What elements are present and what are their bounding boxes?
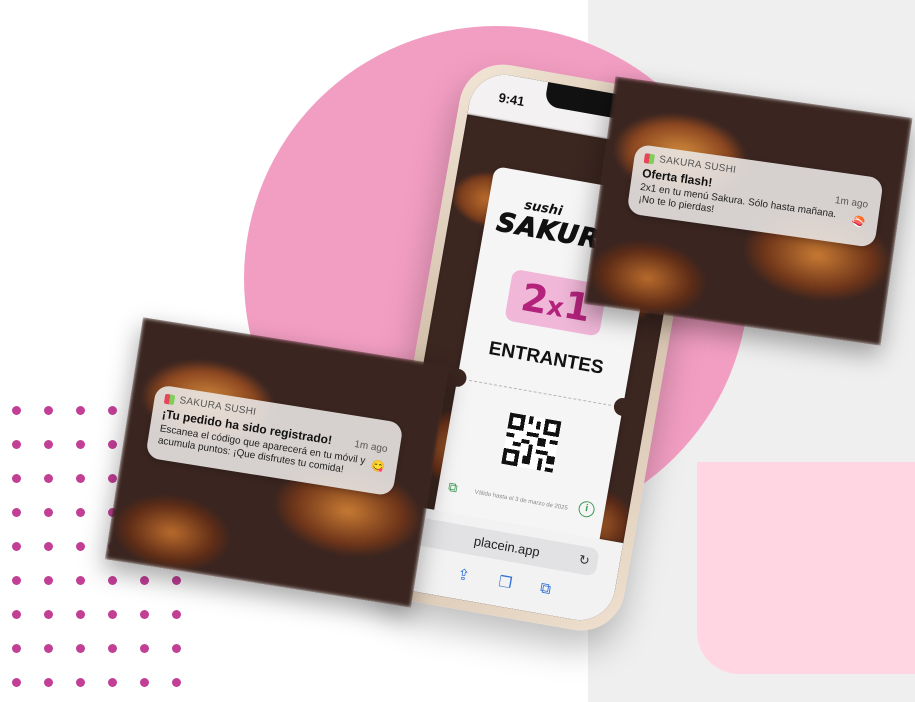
coupon-divider <box>469 379 612 406</box>
decorative-dot <box>172 576 181 585</box>
decorative-dot <box>44 576 53 585</box>
notification-emoji: 🍣 <box>851 215 867 230</box>
decorative-dot <box>76 542 85 551</box>
notification-time: 1m ago <box>834 195 869 211</box>
decorative-dot <box>108 440 117 449</box>
decorative-dot <box>12 576 21 585</box>
decorative-dot <box>44 610 53 619</box>
decorative-dot <box>140 610 149 619</box>
share-icon[interactable]: ⇪ <box>456 565 472 585</box>
notification-emoji: 😋 <box>370 459 386 474</box>
decorative-dot <box>44 440 53 449</box>
decorative-dot <box>108 406 117 415</box>
decorative-dot <box>76 644 85 653</box>
decorative-dot <box>12 474 21 483</box>
decorative-dot <box>12 542 21 551</box>
decorative-dot <box>12 610 21 619</box>
decorative-dot <box>44 508 53 517</box>
decorative-dot <box>44 406 53 415</box>
decorative-dot <box>12 644 21 653</box>
tabs-icon[interactable]: ⧉ <box>539 579 553 598</box>
decorative-dot <box>172 610 181 619</box>
decorative-dot <box>108 576 117 585</box>
decorative-dot <box>76 678 85 687</box>
app-icon <box>643 153 655 165</box>
book-icon[interactable]: ❒ <box>497 572 513 592</box>
qr-code <box>501 412 562 473</box>
promo-stage: 9:41 sushi SAKURA 2x1 ENTRANTES ⧉ Válido… <box>0 0 915 702</box>
coupon-category: ENTRANTES <box>487 337 606 379</box>
decorative-dot <box>44 542 53 551</box>
decorative-dot <box>12 508 21 517</box>
notification-card-offer: SAKURA SUSHI Oferta flash! 1m ago 2x1 en… <box>583 76 913 346</box>
decorative-dot <box>76 474 85 483</box>
decorative-dot <box>76 440 85 449</box>
decorative-dot <box>108 644 117 653</box>
decorative-dot <box>44 644 53 653</box>
decorative-dot <box>12 406 21 415</box>
decorative-dot <box>140 644 149 653</box>
decorative-dot <box>108 678 117 687</box>
decorative-dot <box>172 678 181 687</box>
decorative-dot <box>44 678 53 687</box>
decorative-dot <box>76 508 85 517</box>
notification-card-order: SAKURA SUSHI ¡Tu pedido ha sido registra… <box>104 317 450 608</box>
decorative-dot <box>76 610 85 619</box>
decorative-dot <box>108 474 117 483</box>
app-icon <box>163 393 176 406</box>
status-time: 9:41 <box>497 89 526 110</box>
decorative-dot <box>140 678 149 687</box>
notification-time: 1m ago <box>353 438 389 456</box>
decorative-dot <box>12 440 21 449</box>
decorative-dot <box>76 576 85 585</box>
decorative-dot <box>172 644 181 653</box>
decorative-dot <box>108 610 117 619</box>
decorative-dot <box>140 576 149 585</box>
decorative-dot <box>44 474 53 483</box>
background-pink-blob <box>697 462 915 674</box>
decorative-dot <box>76 406 85 415</box>
decorative-dot <box>12 678 21 687</box>
